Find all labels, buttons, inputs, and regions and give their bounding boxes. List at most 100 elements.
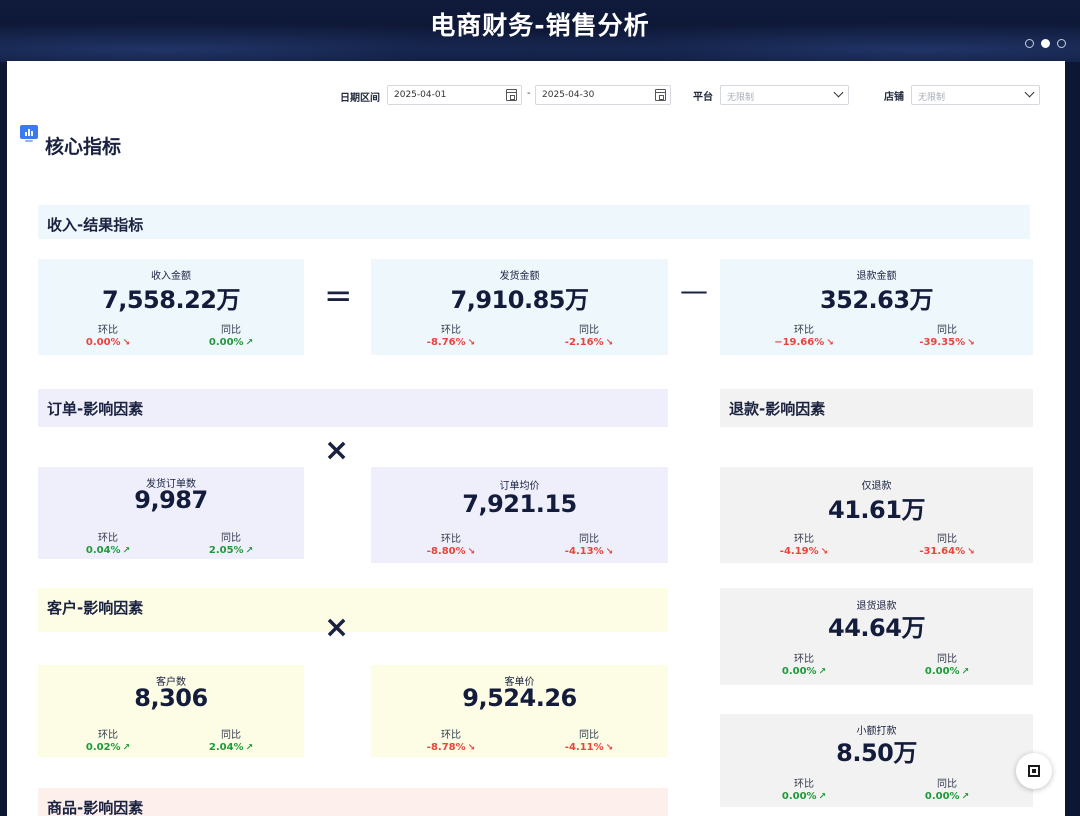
yoy-stat: 同比 -4.13% ↘ — [549, 530, 629, 557]
mom-value: -4.19% ↘ — [779, 546, 829, 557]
date-end-input[interactable]: 2025-04-30 — [535, 85, 671, 105]
screenshot-button[interactable] — [1016, 753, 1052, 789]
card-shipped-orders[interactable]: 发货订单数 9,987 环比 0.04% ↗ 同比 2.05% ↗ — [38, 467, 304, 559]
yoy-value: 0.00% ↗ — [208, 337, 254, 348]
calendar-icon[interactable] — [655, 89, 666, 101]
chevron-down-icon — [833, 87, 844, 98]
page-title: 电商财务-销售分析 — [430, 11, 650, 40]
trend-up-icon: ↗ — [245, 546, 254, 556]
card-value: 7,558.22万 — [102, 286, 240, 314]
trend-up-icon: ↗ — [245, 338, 254, 348]
trend-up-icon: ↗ — [818, 792, 827, 802]
mom-stat: 环比 0.04% ↗ — [68, 529, 148, 556]
trend-up-icon: ↗ — [245, 743, 254, 753]
shop-label: 店铺 — [884, 92, 904, 103]
bar-chart-icon — [20, 125, 38, 142]
yoy-stat: 同比 -2.16% ↘ — [549, 321, 629, 348]
mom-value: 0.04% ↗ — [85, 545, 131, 556]
mom-stat: 环比 −19.66% ↘ — [764, 321, 844, 348]
page-dot-1[interactable] — [1025, 39, 1034, 48]
trend-up-icon: ↗ — [122, 743, 131, 753]
trend-up-icon: ↗ — [961, 792, 970, 802]
card-value: 9,524.26 — [462, 684, 577, 712]
band-orders: 订单-影响因素 — [38, 389, 668, 427]
card-customer-count[interactable]: 客户数 8,306 环比 0.02% ↗ 同比 2.04% ↗ — [38, 665, 304, 757]
yoy-value: 0.00% ↗ — [924, 791, 970, 802]
mom-value: -8.80% ↘ — [426, 546, 476, 557]
mom-value: 0.00% ↗ — [781, 666, 827, 677]
band-refunds: 退款-影响因素 — [720, 389, 1033, 427]
trend-up-icon: ↗ — [961, 667, 970, 677]
yoy-value: 2.05% ↗ — [208, 545, 254, 556]
mom-stat: 环比 -8.76% ↘ — [411, 321, 491, 348]
band-products: 商品-影响因素 — [38, 788, 668, 816]
shop-select[interactable]: 无限制 — [911, 85, 1040, 105]
times-operator: × — [324, 610, 350, 645]
mom-value: -8.76% ↘ — [426, 337, 476, 348]
yoy-stat: 同比 0.00% ↗ — [191, 321, 271, 348]
yoy-value: -4.13% ↘ — [564, 546, 614, 557]
yoy-stat: 同比 -39.35% ↘ — [907, 321, 987, 348]
date-start-input[interactable]: 2025-04-01 — [387, 85, 522, 105]
chevron-down-icon — [1024, 87, 1035, 98]
platform-value: 无限制 — [727, 93, 755, 103]
trend-down-icon: ↘ — [820, 547, 829, 557]
yoy-value: 0.00% ↗ — [924, 666, 970, 677]
mom-stat: 环比 0.02% ↗ — [68, 726, 148, 753]
yoy-stat: 同比 2.04% ↗ — [191, 726, 271, 753]
card-refund-amount[interactable]: 退款金额 352.63万 环比 −19.66% ↘ 同比 -39.35% ↘ — [720, 259, 1033, 355]
card-value: 8.50万 — [836, 739, 917, 767]
mom-stat: 环比 0.00% ↘ — [68, 321, 148, 348]
card-revenue[interactable]: 收入金额 7,558.22万 环比 0.00% ↘ 同比 0.00% ↗ — [38, 259, 304, 355]
trend-down-icon: ↘ — [605, 547, 614, 557]
yoy-value: -2.16% ↘ — [564, 337, 614, 348]
yoy-stat: 同比 0.00% ↗ — [907, 775, 987, 802]
mom-stat: 环比 0.00% ↗ — [764, 775, 844, 802]
card-shipped-amount[interactable]: 发货金额 7,910.85万 环比 -8.76% ↘ 同比 -2.16% ↘ — [371, 259, 668, 355]
card-refund-only[interactable]: 仅退款 41.61万 环比 -4.19% ↘ 同比 -31.64% ↘ — [720, 467, 1033, 563]
card-avg-customer-price[interactable]: 客单价 9,524.26 环比 -8.78% ↘ 同比 -4.11% ↘ — [371, 665, 668, 757]
mom-stat: 环比 0.00% ↗ — [764, 650, 844, 677]
trend-down-icon: ↘ — [967, 338, 975, 348]
dashboard-panel: 日期区间 2025-04-01 - 2025-04-30 平台 无限制 店铺 无… — [7, 61, 1065, 816]
mom-value: -8.78% ↘ — [426, 742, 476, 753]
calendar-icon[interactable] — [506, 89, 517, 101]
date-start-value: 2025-04-01 — [394, 90, 447, 100]
mom-stat: 环比 -8.78% ↘ — [411, 726, 491, 753]
trend-down-icon: ↘ — [467, 338, 476, 348]
mom-value: 0.02% ↗ — [85, 742, 131, 753]
card-return-refund[interactable]: 退货退款 44.64万 环比 0.00% ↗ 同比 0.00% ↗ — [720, 588, 1033, 685]
trend-down-icon: ↘ — [467, 547, 476, 557]
card-value: 7,921.15 — [462, 490, 577, 518]
yoy-value: 2.04% ↗ — [208, 742, 254, 753]
page-dot-2[interactable] — [1041, 39, 1050, 48]
section-title: 核心指标 — [45, 136, 122, 158]
page-dot-3[interactable] — [1057, 39, 1066, 48]
platform-label: 平台 — [693, 92, 713, 103]
card-value: 352.63万 — [819, 286, 934, 314]
card-avg-order-price[interactable]: 订单均价 7,921.15 环比 -8.80% ↘ 同比 -4.13% ↘ — [371, 467, 668, 563]
page-dots — [1025, 39, 1066, 48]
card-small-payment[interactable]: 小额打款 8.50万 环比 0.00% ↗ 同比 0.00% ↗ — [720, 714, 1033, 807]
yoy-stat: 同比 -4.11% ↘ — [549, 726, 629, 753]
minus-operator: — — [680, 274, 708, 307]
card-value: 41.61万 — [828, 496, 925, 524]
mom-value: −19.66% ↘ — [774, 337, 834, 348]
app-header: 电商财务-销售分析 — [0, 0, 1080, 62]
yoy-value: -39.35% ↘ — [919, 337, 975, 348]
mom-value: 0.00% ↘ — [85, 337, 131, 348]
band-revenue: 收入-结果指标 — [38, 205, 1030, 239]
trend-down-icon: ↘ — [605, 743, 614, 753]
date-separator: - — [527, 88, 531, 99]
card-value: 44.64万 — [828, 614, 925, 642]
yoy-stat: 同比 -31.64% ↘ — [907, 530, 987, 557]
trend-down-icon: ↘ — [605, 338, 614, 348]
equals-operator: = — [324, 276, 353, 316]
trend-down-icon: ↘ — [467, 743, 476, 753]
date-end-value: 2025-04-30 — [542, 90, 595, 100]
mom-stat: 环比 -4.19% ↘ — [764, 530, 844, 557]
screenshot-icon — [1028, 765, 1040, 777]
times-operator: × — [324, 433, 350, 468]
trend-up-icon: ↗ — [818, 667, 827, 677]
platform-select[interactable]: 无限制 — [720, 85, 849, 105]
